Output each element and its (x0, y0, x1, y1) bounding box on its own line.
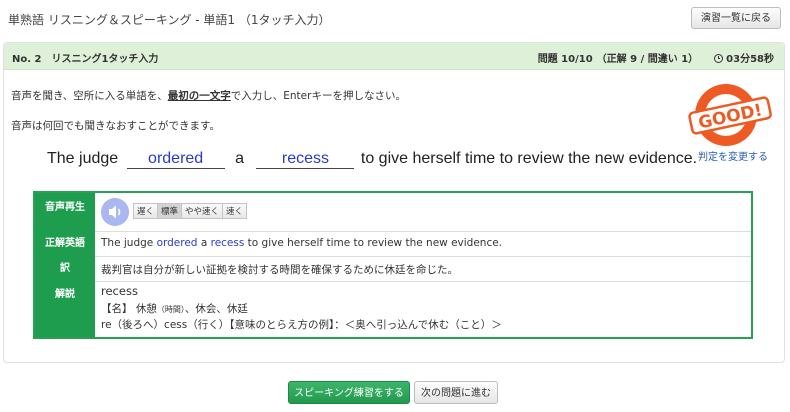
answer-word-1: ordered (156, 237, 198, 249)
instruction-text: で入力し、Enterキーを押しなさい。 (230, 90, 406, 102)
timer: 03分58秒 (714, 54, 774, 65)
back-to-list-button[interactable]: 演習一覧に戻る (691, 7, 781, 29)
speaking-practice-button[interactable]: スピーキング練習をする (288, 381, 410, 404)
speed-slightly-fast-button[interactable]: やや速く (181, 203, 224, 219)
explanation-word: recess (101, 284, 138, 298)
instruction-text: 音声を聞き、空所に入る単語を、 (11, 90, 168, 102)
speed-fast-button[interactable]: 速く (222, 203, 248, 219)
timer-value: 03分58秒 (726, 54, 774, 65)
top-bar: 単熟語 リスニング＆スピーキング - 単語1 （1タッチ入力） 演習一覧に戻る (0, 0, 790, 38)
sentence-text: a (235, 150, 244, 167)
sentence-text: The judge (47, 150, 119, 167)
audio-label: 音声再生 (35, 193, 95, 231)
translation-row: 訳 裁判官は自分が新しい証拠を検討する時間を確保するために休廷を命じた。 (35, 256, 751, 282)
explanation-label: 解説 (35, 281, 95, 337)
detail-table: 音声再生 遅く 標準 やや速く 速く 正解英語 The judge ordere… (33, 191, 753, 339)
answer-label: 正解英語 (35, 231, 95, 256)
speed-buttons: 遅く 標準 やや速く 速く (133, 203, 248, 219)
question-sentence: The judge ordered a recess to give herse… (47, 150, 697, 169)
translation-label: 訳 (35, 256, 95, 281)
speaker-icon[interactable] (101, 198, 129, 226)
answer-text: to give herself time to review the new e… (244, 237, 503, 249)
sentence-text: to give herself time to review the new e… (360, 150, 698, 167)
explanation-etymology: re（後ろへ）cess（行く）【意味のとらえ方の例】：＜奥へ引っ込んで休む（こと… (101, 319, 502, 331)
answer-word-2: recess (210, 237, 245, 249)
answer-blank-2[interactable]: recess (256, 150, 355, 169)
answer-text: The judge (101, 237, 157, 249)
score-summary: （正解 9 / 間違い 1） (596, 54, 699, 65)
instruction-line-1: 音声を聞き、空所に入る単語を、最初の一文字で入力し、Enterキーを押しなさい。 (11, 88, 406, 103)
app-title: 単熟語 リスニング＆スピーキング - 単語1 （1タッチ入力） (8, 13, 331, 27)
instruction-line-2: 音声は何回でも聞きなおすことができます。 (11, 120, 220, 132)
good-badge-icon: GOOD! (688, 84, 772, 146)
question-counter: 問題 10/10 (537, 54, 593, 65)
answer-sentence: The judge ordered a recess to give herse… (101, 237, 502, 249)
translation-text: 裁判官は自分が新しい証拠を検討する時間を確保するために休廷を命じた。 (101, 264, 458, 276)
answer-text: a (197, 237, 211, 249)
meaning-text: 、休会、休廷 (184, 303, 248, 315)
exercise-title: No. 2 リスニング1タッチ入力 (12, 54, 159, 65)
audio-row: 音声再生 遅く 標準 やや速く 速く (35, 193, 751, 232)
answer-blank-1[interactable]: ordered (126, 150, 225, 169)
progress-info: 問題 10/10 （正解 9 / 間違い 1） 03分58秒 (522, 50, 774, 65)
speed-slow-button[interactable]: 遅く (133, 203, 159, 219)
instruction-emphasis: 最初の一文字 (167, 90, 231, 102)
clock-icon (714, 54, 724, 63)
speed-normal-button[interactable]: 標準 (157, 203, 183, 219)
next-question-button[interactable]: 次の問題に進む (414, 381, 498, 404)
answer-row: 正解英語 The judge ordered a recess to give … (35, 231, 751, 257)
meaning-note: （時間） (156, 305, 185, 314)
panel-header: No. 2 リスニング1タッチ入力 問題 10/10 （正解 9 / 間違い 1）… (4, 43, 784, 70)
change-judgement-link[interactable]: 判定を変更する (698, 148, 768, 163)
explanation-meaning: 【名】 休憩（時間）、休会、休廷 (101, 301, 248, 316)
meaning-text: 【名】 休憩 (101, 303, 157, 315)
explanation-row: 解説 recess 【名】 休憩（時間）、休会、休廷 re（後ろへ）cess（行… (35, 281, 751, 337)
